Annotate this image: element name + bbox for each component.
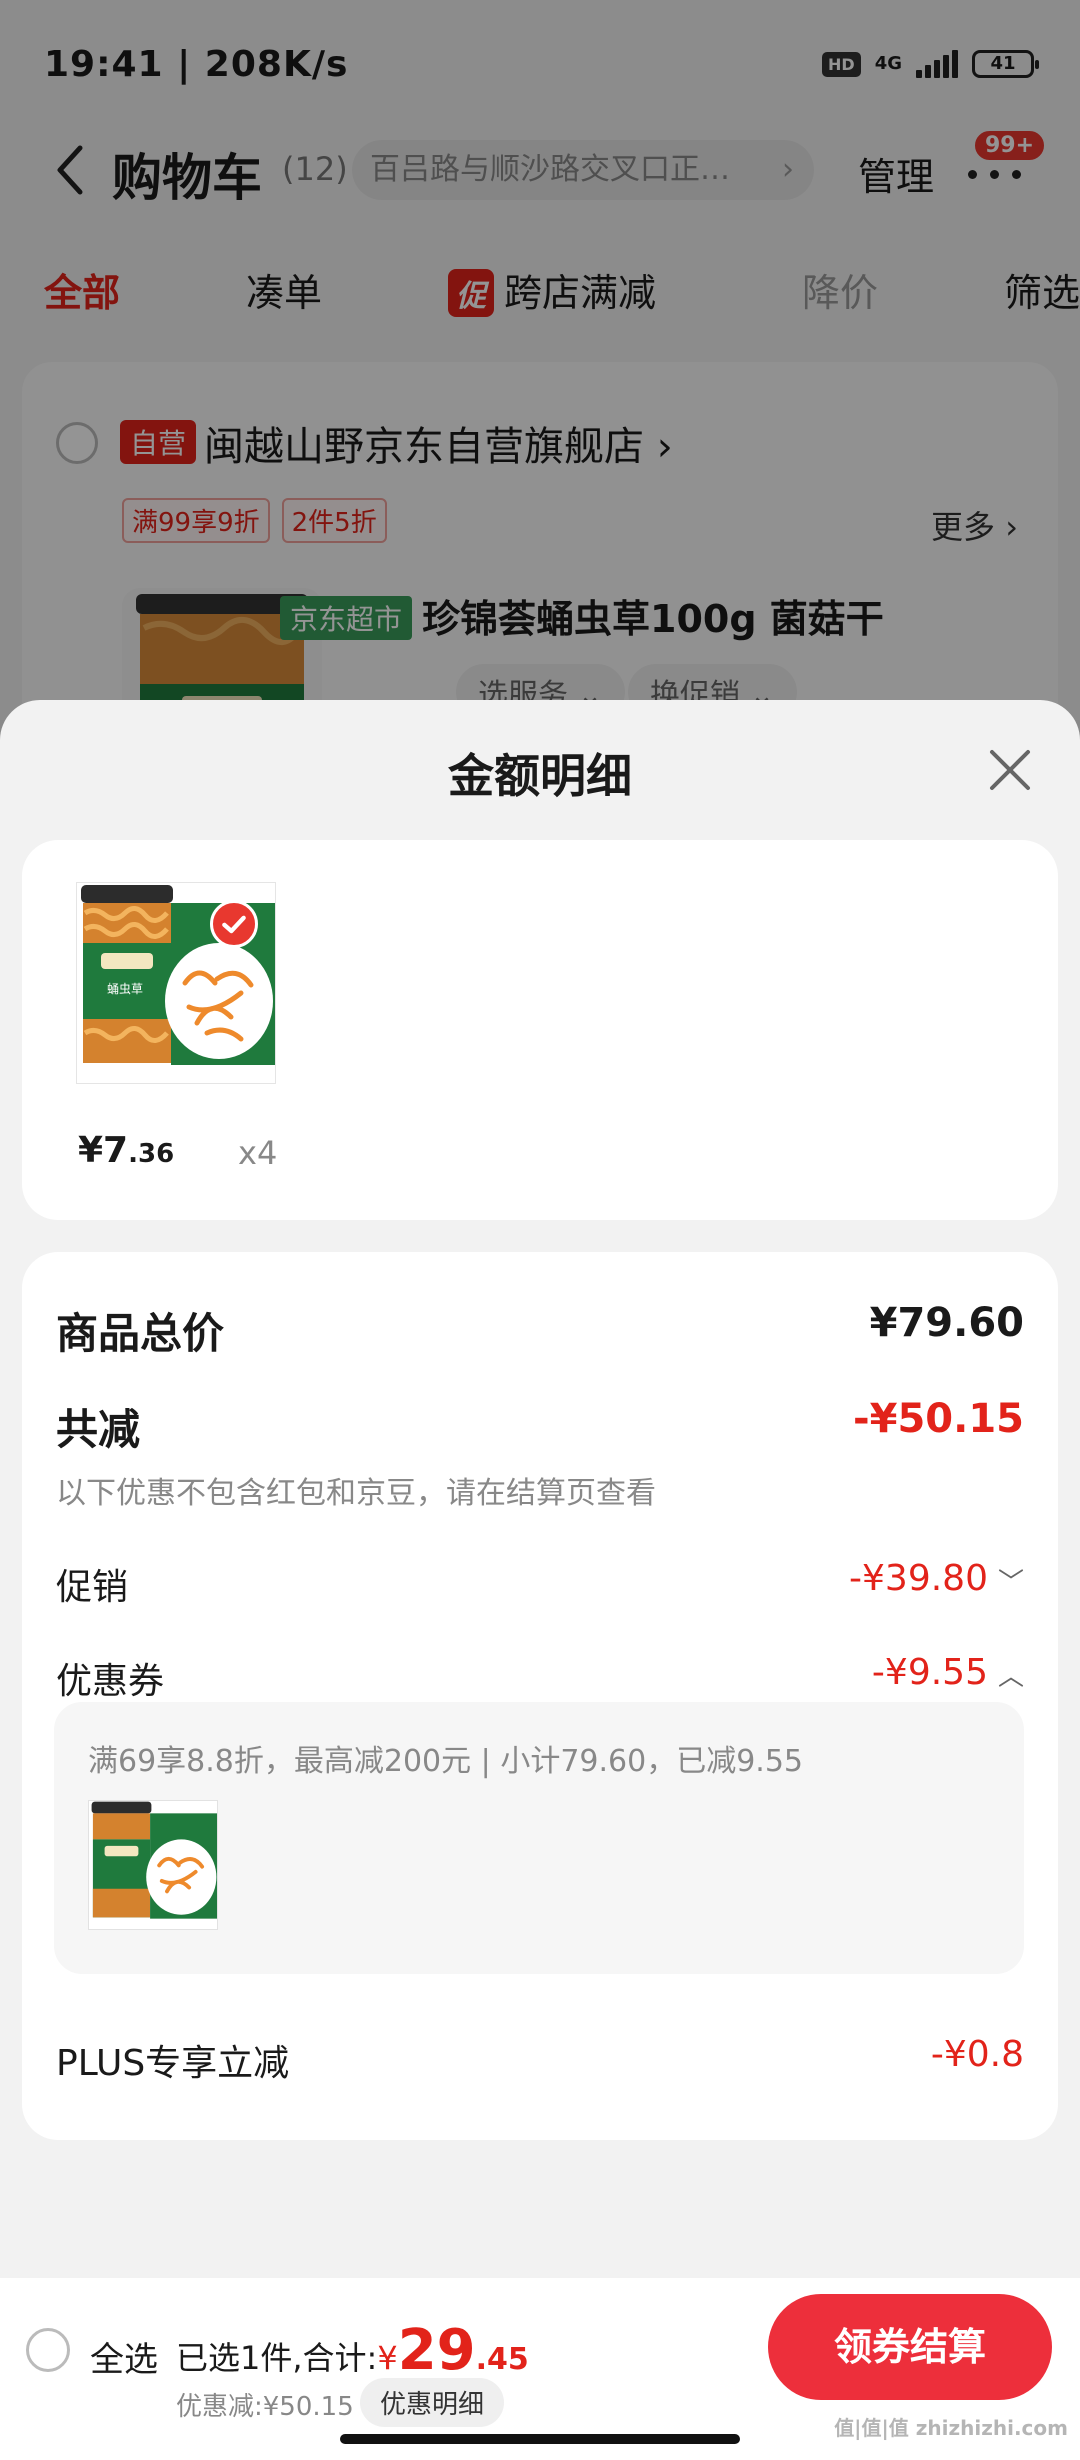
watermark: 值|值|值 zhizhizhi.com — [834, 2416, 1068, 2440]
price-breakdown-card: 商品总价 ¥79.60 共减 -¥50.15 以下优惠不包含红包和京豆，请在结算… — [22, 1252, 1058, 2140]
discount-summary: 优惠减:¥50.15 — [176, 2392, 354, 2422]
amount-detail-sheet: 金额明细 蛹虫草 ¥7.36 x4 商品总价 ¥79.60 共减 -¥50.15… — [0, 700, 1080, 2460]
sheet-title: 金额明细 — [448, 749, 632, 803]
promo-amount: -¥39.80 — [849, 1558, 988, 1599]
coupon-detail-box: 满69享8.8折，最高减200元 | 小计79.60，已减9.55 — [54, 1702, 1024, 1974]
plus-discount-label: PLUS专享立减 — [56, 2043, 290, 2084]
coupon-detail-text: 满69享8.8折，最高减200元 | 小计79.60，已减9.55 — [88, 1744, 804, 1779]
total-int: 29 — [397, 2318, 476, 2383]
total-dec: .45 — [475, 2342, 529, 2377]
discount-detail-button[interactable]: 优惠明细 — [360, 2378, 505, 2427]
coupon-product-thumb — [88, 1800, 218, 1930]
item-price-int: ¥7 — [78, 1130, 129, 1171]
checkmark-icon — [210, 900, 258, 948]
coupon-value: -¥9.55 ︿ — [872, 1652, 1024, 1693]
close-icon[interactable] — [984, 744, 1036, 796]
svg-text:蛹虫草: 蛹虫草 — [107, 982, 143, 996]
chevron-up-icon: ︿ — [997, 1661, 1024, 1692]
total-yen: ¥ — [377, 2339, 398, 2377]
promo-label: 促销 — [56, 1567, 129, 1608]
item-price: ¥7.36 — [78, 1130, 174, 1171]
select-all-label[interactable]: 全选 — [90, 2332, 158, 2381]
checkout-button[interactable]: 领券结算 — [768, 2294, 1052, 2400]
select-all-radio[interactable] — [26, 2328, 70, 2372]
home-indicator[interactable] — [340, 2434, 740, 2444]
plus-discount-value: -¥0.8 — [930, 2034, 1024, 2075]
selected-items-card: 蛹虫草 ¥7.36 x4 — [22, 840, 1058, 1220]
discount-value: -¥50.15 — [853, 1396, 1024, 1442]
chevron-down-icon: ﹀ — [997, 1567, 1024, 1598]
discount-label: 共减 — [56, 1405, 141, 1454]
total-summary-label: 已选1件,合计: — [176, 2339, 378, 2377]
total-price-label: 商品总价 — [56, 1309, 225, 1358]
item-quantity: x4 — [238, 1134, 278, 1172]
total-price-value: ¥79.60 — [869, 1300, 1024, 1346]
promo-value: -¥39.80 ﹀ — [849, 1558, 1024, 1599]
item-price-dec: .36 — [128, 1139, 175, 1169]
total-summary: 已选1件,合计:¥29.45 — [176, 2318, 529, 2383]
discount-note: 以下优惠不包含红包和京豆，请在结算页查看 — [56, 1476, 656, 1511]
coupon-amount: -¥9.55 — [871, 1652, 988, 1693]
coupon-label: 优惠券 — [56, 1661, 165, 1702]
